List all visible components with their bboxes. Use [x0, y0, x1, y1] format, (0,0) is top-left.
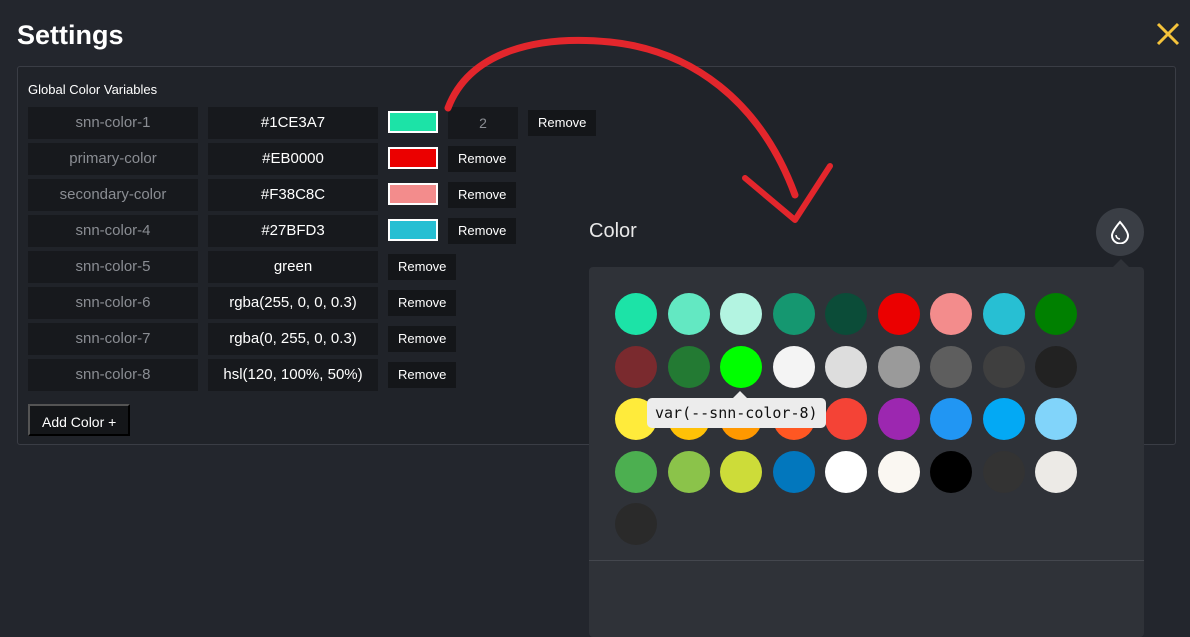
color-picker-label: Color: [589, 220, 637, 242]
variable-name-field[interactable]: snn-color-6: [28, 287, 198, 319]
variable-value-field[interactable]: #1CE3A7: [208, 107, 378, 139]
color-swatch-option[interactable]: [615, 345, 657, 388]
remove-button[interactable]: Remove: [388, 290, 457, 316]
variable-name-field[interactable]: snn-color-7: [28, 323, 198, 355]
droplet-icon: [1110, 220, 1130, 244]
variable-name-field[interactable]: secondary-color: [28, 179, 198, 211]
page-title: Settings: [17, 20, 124, 50]
annotation-arrow-icon: [444, 36, 833, 223]
color-swatch-option[interactable]: [930, 293, 972, 335]
color-swatch-option[interactable]: [1035, 345, 1077, 388]
panel-label: Global Color Variables: [28, 82, 158, 97]
variable-value-field[interactable]: rgba(0, 255, 0, 0.3): [208, 323, 378, 355]
variable-name-field[interactable]: snn-color-5: [28, 251, 198, 283]
color-swatch-option[interactable]: [615, 450, 657, 493]
color-swatch-option[interactable]: [982, 398, 1025, 440]
color-swatch[interactable]: [388, 147, 438, 169]
variable-value-field[interactable]: #EB0000: [208, 143, 378, 175]
variable-value-field[interactable]: hsl(120, 100%, 50%): [208, 359, 378, 391]
color-swatch-option[interactable]: [667, 345, 710, 388]
color-swatch[interactable]: [388, 183, 438, 205]
color-swatch-option[interactable]: [930, 450, 972, 493]
color-swatch-option[interactable]: [1035, 398, 1077, 440]
variable-name-field[interactable]: primary-color: [28, 143, 198, 175]
color-swatch-option[interactable]: [930, 345, 972, 388]
color-swatch-option[interactable]: [877, 293, 920, 335]
color-swatch-option[interactable]: [877, 345, 920, 388]
color-swatch-option[interactable]: [877, 398, 920, 440]
remove-button[interactable]: Remove: [388, 362, 457, 388]
remove-button[interactable]: Remove: [388, 254, 457, 280]
variable-value-field[interactable]: rgba(255, 0, 0, 0.3): [208, 287, 378, 319]
color-picker-toggle[interactable]: [1096, 208, 1144, 256]
color-swatch-option[interactable]: [615, 293, 657, 335]
color-swatch[interactable]: [388, 111, 438, 133]
variable-value-field[interactable]: #F38C8C: [208, 179, 378, 211]
color-swatch-option[interactable]: [1035, 293, 1077, 335]
color-swatch-option[interactable]: [825, 345, 867, 388]
variable-value-field[interactable]: #27BFD3: [208, 215, 378, 247]
color-swatch-option[interactable]: [825, 450, 867, 493]
color-swatch-option[interactable]: [825, 398, 867, 440]
color-swatch-option[interactable]: [615, 503, 657, 545]
tooltip-caret: [733, 391, 747, 398]
color-swatch[interactable]: [388, 219, 438, 241]
color-swatch-option[interactable]: [667, 450, 710, 493]
color-swatch-option[interactable]: [720, 293, 762, 335]
variable-name-field[interactable]: snn-color-8: [28, 359, 198, 391]
swatch-tooltip: var(--snn-color-8): [647, 398, 826, 428]
color-swatch-option[interactable]: [772, 293, 815, 335]
color-swatch-option[interactable]: [930, 398, 972, 440]
color-swatch-option[interactable]: [772, 450, 815, 493]
remove-button[interactable]: Remove: [388, 326, 457, 352]
variable-value-field[interactable]: green: [208, 251, 378, 283]
color-swatch-option[interactable]: [720, 450, 762, 493]
popover-divider: [589, 560, 1144, 561]
color-swatch-option[interactable]: [982, 293, 1025, 335]
close-icon[interactable]: [1152, 18, 1184, 50]
color-swatch-option[interactable]: [1035, 450, 1077, 493]
color-swatch-option[interactable]: [825, 293, 867, 335]
color-swatch-option[interactable]: [982, 345, 1025, 388]
variable-name-field[interactable]: snn-color-4: [28, 215, 198, 247]
color-swatch-option[interactable]: [982, 450, 1025, 493]
color-swatch-option[interactable]: [720, 345, 762, 388]
add-color-button[interactable]: Add Color +: [28, 404, 131, 436]
color-swatch-option[interactable]: [877, 450, 920, 493]
color-swatch-option[interactable]: [667, 293, 710, 335]
variable-name-field[interactable]: snn-color-1: [28, 107, 198, 139]
color-picker-popover: [589, 267, 1144, 637]
color-swatch-option[interactable]: [772, 345, 815, 388]
